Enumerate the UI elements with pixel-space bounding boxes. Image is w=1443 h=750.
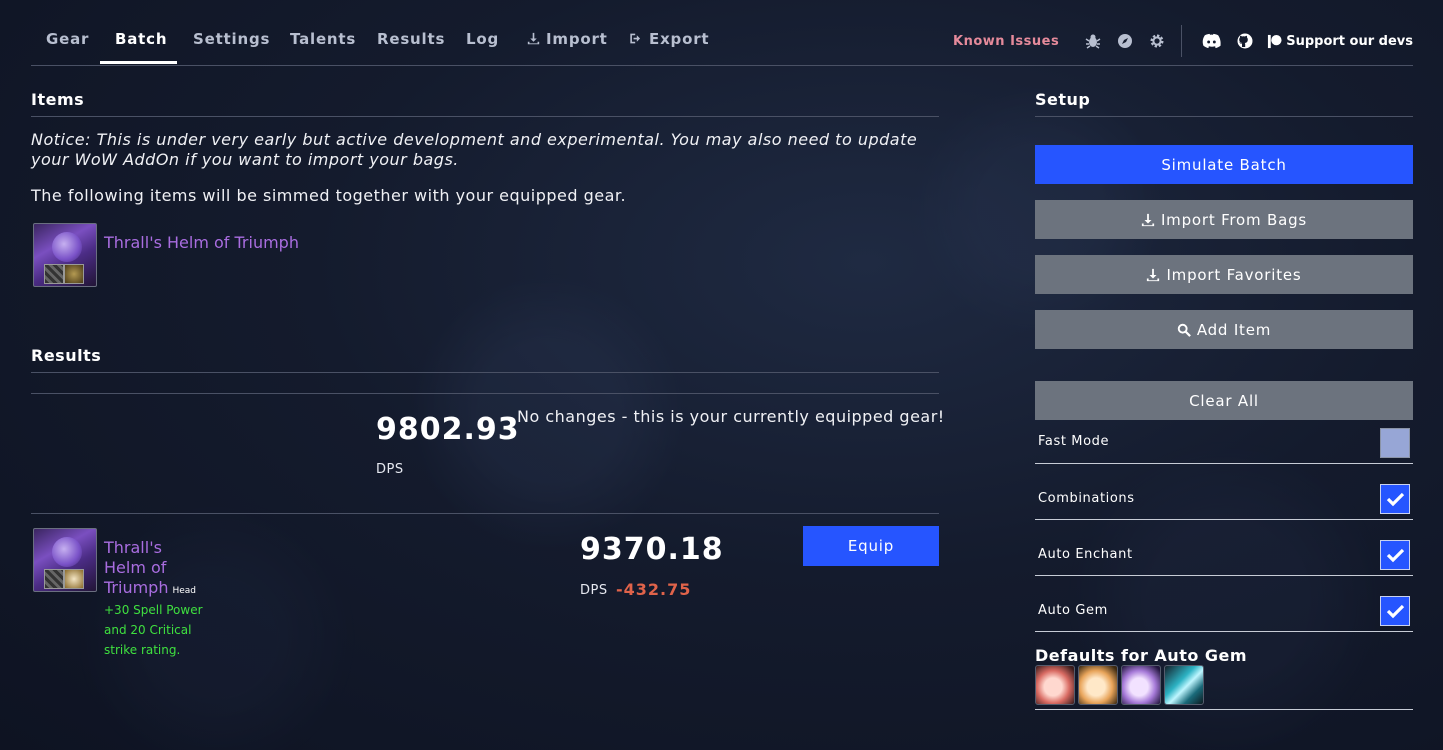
- result-dps-value: 9370.18: [580, 532, 724, 567]
- option-auto-gem: Auto Gem: [1035, 575, 1413, 632]
- tab-export-label: Export: [649, 30, 710, 48]
- orange-gem-icon[interactable]: [1078, 665, 1118, 705]
- bug-icon[interactable]: [1085, 33, 1101, 49]
- import-from-bags-label: Import From Bags: [1160, 210, 1308, 229]
- tab-import-label: Import: [546, 30, 608, 48]
- result-dps-label: DPS: [580, 583, 608, 598]
- import-from-bags-button[interactable]: Import From Bags: [1035, 200, 1413, 239]
- equip-button[interactable]: Equip: [803, 526, 939, 566]
- result-item-slot: Head: [172, 586, 197, 596]
- setup-divider: [1035, 116, 1413, 117]
- gems-divider: [1035, 709, 1413, 710]
- nav-divider: [1181, 25, 1183, 57]
- check-icon: [1386, 492, 1405, 507]
- nav-right: Known Issues Support our devs: [953, 25, 1413, 57]
- setup-heading: Setup: [1035, 90, 1091, 109]
- compass-icon[interactable]: [1117, 33, 1133, 49]
- known-issues-link[interactable]: Known Issues: [953, 34, 1059, 49]
- socket-icon: [64, 569, 84, 589]
- items-divider: [31, 116, 939, 117]
- baseline-dps-value: 9802.93: [376, 412, 520, 447]
- socket-icon: [44, 264, 64, 284]
- check-icon: [1386, 604, 1405, 619]
- item-link[interactable]: Thrall's Helm of Triumph: [104, 233, 299, 252]
- github-icon[interactable]: [1237, 33, 1253, 49]
- tab-import[interactable]: Import: [527, 30, 608, 48]
- download-icon: [1147, 268, 1160, 281]
- socket-icon: [44, 569, 64, 589]
- combinations-checkbox[interactable]: [1380, 484, 1410, 514]
- results-heading: Results: [31, 346, 102, 365]
- top-nav: Gear Batch Settings Talents Results Log …: [31, 15, 1413, 66]
- results-row-divider: [31, 393, 939, 394]
- patreon-icon: [1268, 34, 1282, 48]
- fast-mode-checkbox[interactable]: [1380, 428, 1410, 458]
- baseline-message: No changes - this is your currently equi…: [517, 407, 945, 426]
- add-item-label: Add Item: [1196, 320, 1272, 339]
- gear-icon[interactable]: [1149, 33, 1165, 49]
- search-icon: [1177, 323, 1191, 337]
- tab-log[interactable]: Log: [466, 30, 499, 48]
- result-item-icon[interactable]: [33, 528, 97, 592]
- meta-gem-icon[interactable]: [1164, 665, 1204, 705]
- results-divider: [31, 372, 939, 373]
- simulate-batch-button[interactable]: Simulate Batch: [1035, 145, 1413, 184]
- result-item-name-line: Thrall's: [104, 538, 162, 557]
- tab-batch[interactable]: Batch: [115, 30, 167, 48]
- results-row-divider: [31, 513, 939, 514]
- tab-gear[interactable]: Gear: [46, 30, 89, 48]
- tab-talents[interactable]: Talents: [290, 30, 356, 48]
- auto-enchant-checkbox[interactable]: [1380, 540, 1410, 570]
- baseline-dps-label: DPS: [376, 462, 404, 477]
- result-item-name-part: Triumph: [104, 578, 169, 597]
- option-label: Combinations: [1038, 491, 1135, 506]
- active-tab-indicator: [100, 61, 177, 64]
- option-label: Fast Mode: [1038, 434, 1110, 449]
- background-art: [0, 0, 1443, 750]
- auto-gem-checkbox[interactable]: [1380, 596, 1410, 626]
- helm-art: [52, 537, 82, 567]
- items-heading: Items: [31, 90, 85, 109]
- option-label: Auto Enchant: [1038, 547, 1133, 562]
- result-dps-delta: -432.75: [616, 580, 692, 599]
- import-favorites-button[interactable]: Import Favorites: [1035, 255, 1413, 294]
- result-item-link[interactable]: Thrall's Helm of Triumph Head: [104, 538, 196, 601]
- auto-gem-defaults-heading: Defaults for Auto Gem: [1035, 646, 1248, 665]
- result-item-name-line: Triumph Head: [104, 578, 196, 601]
- tab-settings[interactable]: Settings: [193, 30, 270, 48]
- helm-item-icon[interactable]: [33, 223, 97, 287]
- download-icon: [1141, 213, 1155, 226]
- helm-art: [52, 232, 82, 262]
- notice-text: Notice: This is under very early but act…: [31, 130, 918, 169]
- result-item-name-line: Helm of: [104, 558, 167, 577]
- option-auto-enchant: Auto Enchant: [1035, 519, 1413, 576]
- support-link[interactable]: Support our devs: [1267, 34, 1413, 49]
- add-item-button[interactable]: Add Item: [1035, 310, 1413, 349]
- items-description: The following items will be simmed toget…: [31, 186, 627, 205]
- option-label: Auto Gem: [1038, 603, 1108, 618]
- purple-gem-icon[interactable]: [1121, 665, 1161, 705]
- red-gem-icon[interactable]: [1035, 665, 1075, 705]
- discord-icon[interactable]: [1202, 33, 1221, 49]
- support-label: Support our devs: [1286, 33, 1413, 49]
- option-combinations: Combinations: [1035, 463, 1413, 520]
- download-icon: [527, 32, 540, 45]
- check-icon: [1386, 548, 1405, 563]
- tab-export[interactable]: Export: [629, 30, 709, 48]
- result-item-bonus: +30 Spell Power and 20 Critical strike r…: [104, 603, 203, 657]
- tab-results[interactable]: Results: [377, 30, 445, 48]
- import-favorites-label: Import Favorites: [1166, 265, 1302, 284]
- sign-out-icon: [630, 33, 641, 44]
- option-fast-mode: Fast Mode: [1035, 420, 1413, 464]
- socket-icon: [64, 264, 84, 284]
- clear-all-button[interactable]: Clear All: [1035, 381, 1413, 420]
